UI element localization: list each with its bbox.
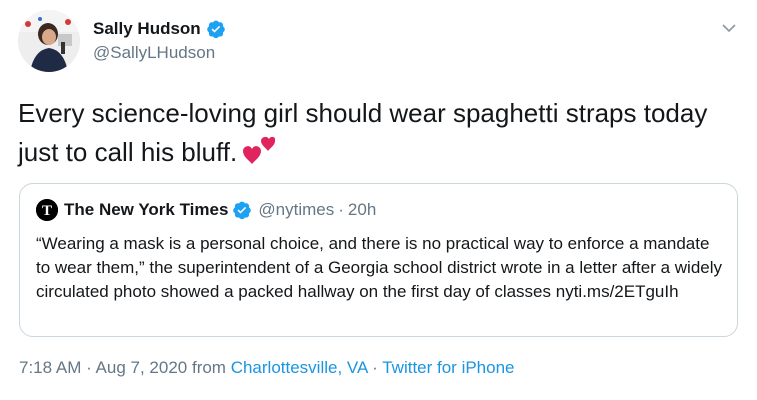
svg-text:T: T — [42, 203, 52, 219]
location-link[interactable]: Charlottesville, VA — [231, 358, 368, 377]
meta-separator: · — [81, 358, 96, 377]
avatar[interactable] — [18, 10, 80, 72]
more-options-chevron-down-icon[interactable] — [719, 18, 739, 38]
avatar-photo — [18, 10, 80, 72]
quoted-handle[interactable]: @nytimes — [258, 200, 334, 220]
verified-badge-icon — [206, 20, 225, 39]
nyt-logo-icon: T — [36, 199, 58, 221]
quoted-tweet-header: T The New York Times @nytimes · 20h — [36, 198, 376, 222]
tweet-body: Every science-loving girl should wear sp… — [18, 98, 715, 167]
two-hearts-emoji-icon — [241, 135, 276, 176]
quoted-verified-badge-icon — [233, 201, 252, 220]
tweet-card: Sally Hudson @SallyLHudson Every science… — [0, 0, 757, 400]
tweet-metadata: 7:18 AM · Aug 7, 2020 from Charlottesvil… — [19, 358, 515, 378]
tweet-date[interactable]: Aug 7, 2020 — [96, 358, 188, 377]
meta-separator: · — [367, 358, 383, 377]
quoted-display-name[interactable]: The New York Times — [64, 200, 228, 220]
quoted-time[interactable]: 20h — [348, 200, 376, 220]
meta-from: from — [187, 358, 231, 377]
tweet-time[interactable]: 7:18 AM — [19, 358, 81, 377]
quoted-text: “Wearing a mask is a personal choice, an… — [36, 234, 723, 301]
author-handle[interactable]: @SallyLHudson — [93, 43, 226, 63]
author-name-row: Sally Hudson — [93, 17, 226, 41]
quoted-separator: · — [338, 200, 344, 219]
author-display-name[interactable]: Sally Hudson — [93, 19, 201, 39]
tweet-text: Every science-loving girl should wear sp… — [18, 94, 738, 176]
source-link[interactable]: Twitter for iPhone — [382, 358, 514, 377]
quoted-tweet[interactable]: T The New York Times @nytimes · 20h “Wea… — [19, 183, 738, 337]
author-info: Sally Hudson @SallyLHudson — [93, 17, 226, 63]
